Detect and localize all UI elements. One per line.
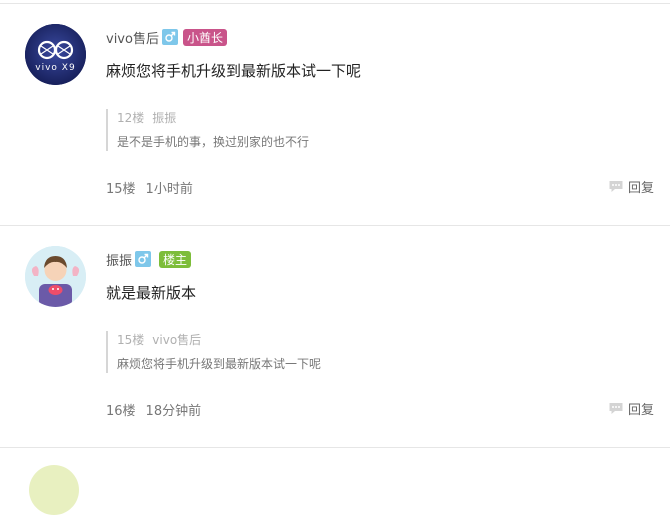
quoted-floor: 15楼	[117, 333, 145, 347]
quoted-text: 是不是手机的事，换过别家的也不行	[117, 135, 310, 149]
level-badge: 小酋长	[182, 28, 227, 46]
quoted-author[interactable]: vivo售后	[152, 333, 201, 347]
reply-icon	[609, 403, 623, 414]
post-time: 1小时前	[145, 182, 193, 197]
username[interactable]: vivo售后	[106, 28, 159, 47]
avatar[interactable]: vivo X9	[25, 24, 86, 85]
comment-divider	[0, 447, 670, 448]
quoted-floor: 12楼	[117, 111, 145, 125]
reply-label: 回复	[627, 181, 654, 196]
quoted-text: 麻烦您将手机升级到最新版本试一下呢	[117, 357, 322, 371]
owner-badge: 楼主	[159, 250, 192, 268]
reply-icon	[609, 181, 623, 192]
avatar[interactable]	[29, 465, 79, 515]
comment-item: 振振 楼主 就是最新版本 15楼 vivo售后 麻烦您将手机升级到最新版本试一下呢…	[0, 225, 670, 447]
comment-text: 麻烦您将手机升级到最新版本试一下呢	[106, 62, 362, 80]
post-time: 18分钟前	[145, 404, 202, 419]
reply-label: 回复	[627, 403, 654, 418]
gender-male-icon	[135, 251, 152, 267]
floor-number: 16楼	[106, 404, 136, 419]
comment-text: 就是最新版本	[106, 284, 197, 302]
gender-male-icon	[161, 29, 178, 45]
svg-text:vivo X9: vivo X9	[35, 63, 75, 73]
reply-button[interactable]: 回复	[608, 177, 654, 196]
avatar[interactable]	[25, 246, 86, 307]
comment-item: vivo X9 vivo售后 小酋长 麻烦您将手机升级到最新版本试一下呢 12楼…	[0, 0, 670, 225]
username[interactable]: 振振	[106, 250, 132, 269]
quoted-author[interactable]: 振振	[152, 111, 176, 125]
quoted-reply: 15楼 vivo售后 麻烦您将手机升级到最新版本试一下呢	[106, 331, 568, 373]
quoted-reply: 12楼 振振 是不是手机的事，换过别家的也不行	[106, 109, 568, 151]
floor-number: 15楼	[106, 182, 136, 197]
reply-button[interactable]: 回复	[608, 399, 654, 418]
